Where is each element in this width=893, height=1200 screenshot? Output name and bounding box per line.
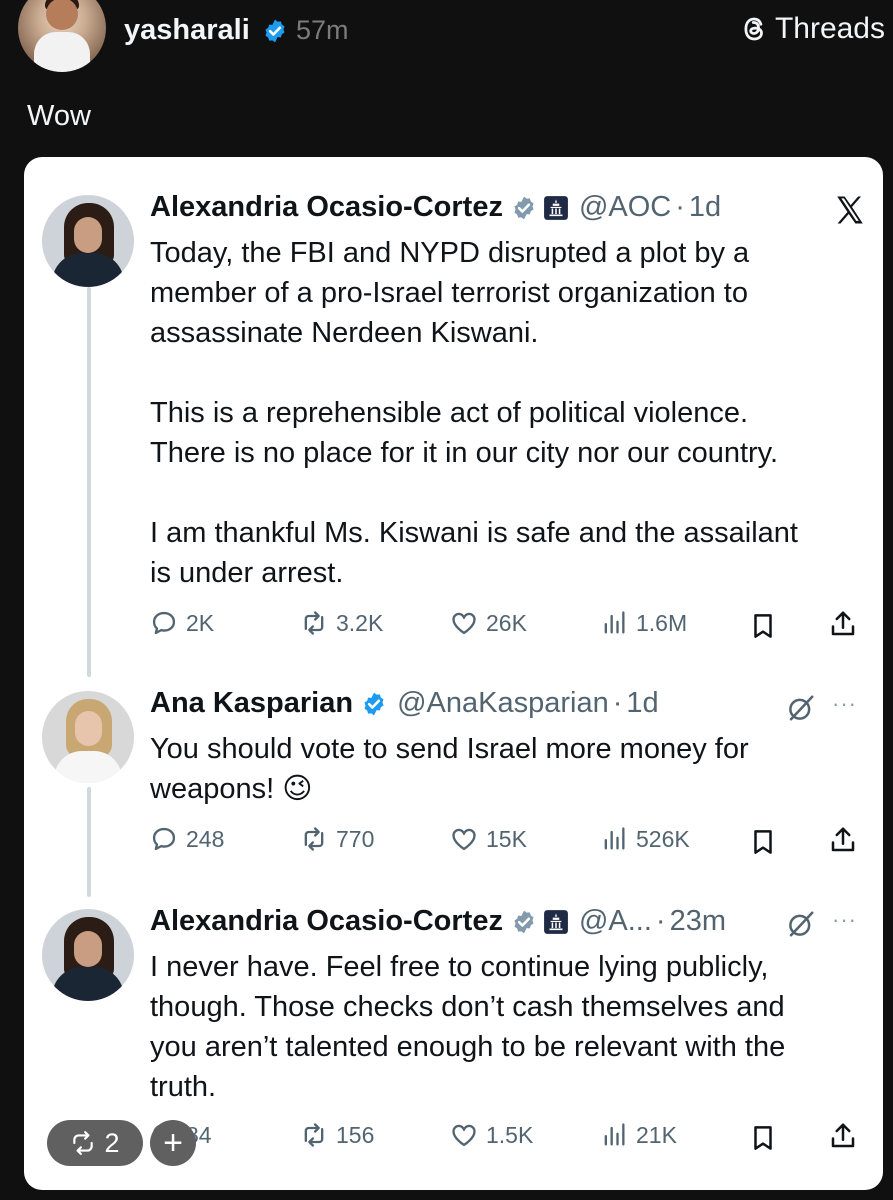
x-logo-icon [837,196,863,224]
repost-count: 3.2K [336,609,384,636]
tweet-author-name[interactable]: Ana Kasparian [150,687,353,720]
reply-icon [152,611,176,635]
repost-icon [73,1131,94,1155]
tweet-time[interactable]: 23m [670,905,726,938]
tweet-text: You should vote to send Israel more mone… [150,733,749,805]
repost-icon [304,1123,324,1147]
threads-add-button[interactable]: + [150,1120,196,1166]
bookmark-icon[interactable] [748,827,778,857]
tweet-handle[interactable]: @AOC [579,191,671,224]
verified-badge-icon [364,692,384,715]
repost-icon [304,827,324,851]
views-button[interactable]: 1.6M [600,609,687,637]
reply-icon [152,827,176,851]
more-options-icon[interactable]: ··· [832,691,857,717]
tweet-header: Alexandria Ocasio-Cortez @AOC · 1d [150,191,721,224]
repost-icon [304,611,324,635]
embedded-x-card[interactable]: Alexandria Ocasio-Cortez @AOC · 1d Today… [24,157,883,1190]
user-avatar[interactable] [18,0,106,72]
views-count: 21K [636,1121,677,1148]
like-button[interactable]: 26K [450,609,527,637]
tweet-header: Alexandria Ocasio-Cortez @A... · 23m [150,905,726,938]
bookmark-icon[interactable] [748,611,778,641]
username[interactable]: yasharali [124,14,250,47]
post-time: 57m [296,15,349,45]
repost-button[interactable]: 770 [300,825,374,853]
gray-verified-badge-icon [514,196,534,219]
heart-icon [452,1124,476,1147]
separator-dot: · [675,191,685,223]
reply-button[interactable]: 248 [150,825,224,853]
separator-dot: · [612,687,623,719]
like-count: 1.5K [486,1121,534,1148]
views-chart-icon [604,1123,625,1146]
tweet-avatar[interactable] [42,909,134,1001]
threads-brand[interactable]: Threads [739,12,885,46]
tweet-text: I never have. Feel free to continue lyin… [150,951,786,1103]
share-icon[interactable] [828,609,858,639]
verified-badge-icon [265,19,285,43]
views-button[interactable]: 21K [600,1121,677,1149]
government-badge-icon [544,195,568,220]
views-count: 1.6M [636,609,688,636]
heart-icon [452,612,476,635]
government-badge-icon [544,909,568,934]
tweet-author-name[interactable]: Alexandria Ocasio-Cortez [150,191,503,224]
more-options-icon[interactable]: ··· [832,907,857,933]
share-icon[interactable] [828,1121,858,1151]
tweet-actions: 84 156 1.5K 21K [150,1121,865,1161]
like-button[interactable]: 1.5K [450,1121,533,1149]
threads-logo-icon [744,17,763,41]
tweet-avatar[interactable] [42,195,134,287]
reply-button[interactable]: 2K [150,609,214,637]
views-chart-icon [604,611,625,634]
views-button[interactable]: 526K [600,825,690,853]
like-count: 15K [486,825,527,852]
bookmark-icon[interactable] [748,1123,778,1153]
like-button[interactable]: 15K [450,825,527,853]
tweet-actions: 248 770 15K 526K [150,825,865,865]
views-count: 526K [636,825,690,852]
threads-brand-label: Threads [774,12,885,45]
tweet-text: Today, the FBI and NYPD disrupted a plot… [150,237,798,589]
reply-count: 248 [186,825,225,852]
gray-verified-badge-icon [514,910,534,933]
grok-icon[interactable] [786,909,816,939]
tweet-avatar[interactable] [42,691,134,783]
tweet-handle[interactable]: @A... [579,905,652,938]
repost-button[interactable]: 156 [300,1121,374,1149]
like-count: 26K [486,609,527,636]
thread-connector-line [87,787,91,897]
grok-icon[interactable] [786,693,816,723]
threads-repost-count: 2 [104,1127,120,1158]
separator-dot: · [655,905,666,937]
share-icon[interactable] [828,825,858,855]
tweet-handle[interactable]: @AnaKasparian [397,687,609,720]
reply-count: 2K [186,609,215,636]
threads-post-header: yasharali 57m Threads [0,0,893,80]
threads-repost-button[interactable]: 2 [47,1120,143,1166]
tweet-actions: 2K 3.2K 26K 1.6M [150,609,865,649]
repost-count: 156 [336,1121,375,1148]
tweet-time[interactable]: 1d [626,687,658,720]
thread-connector-line [87,287,91,677]
repost-count: 770 [336,825,375,852]
tweet-header: Ana Kasparian @AnaKasparian · 1d [150,687,659,720]
post-caption: Wow [27,100,91,132]
heart-icon [452,828,476,851]
tweet-time[interactable]: 1d [689,191,721,224]
tweet-author-name[interactable]: Alexandria Ocasio-Cortez [150,905,503,938]
views-chart-icon [604,827,625,850]
repost-button[interactable]: 3.2K [300,609,383,637]
